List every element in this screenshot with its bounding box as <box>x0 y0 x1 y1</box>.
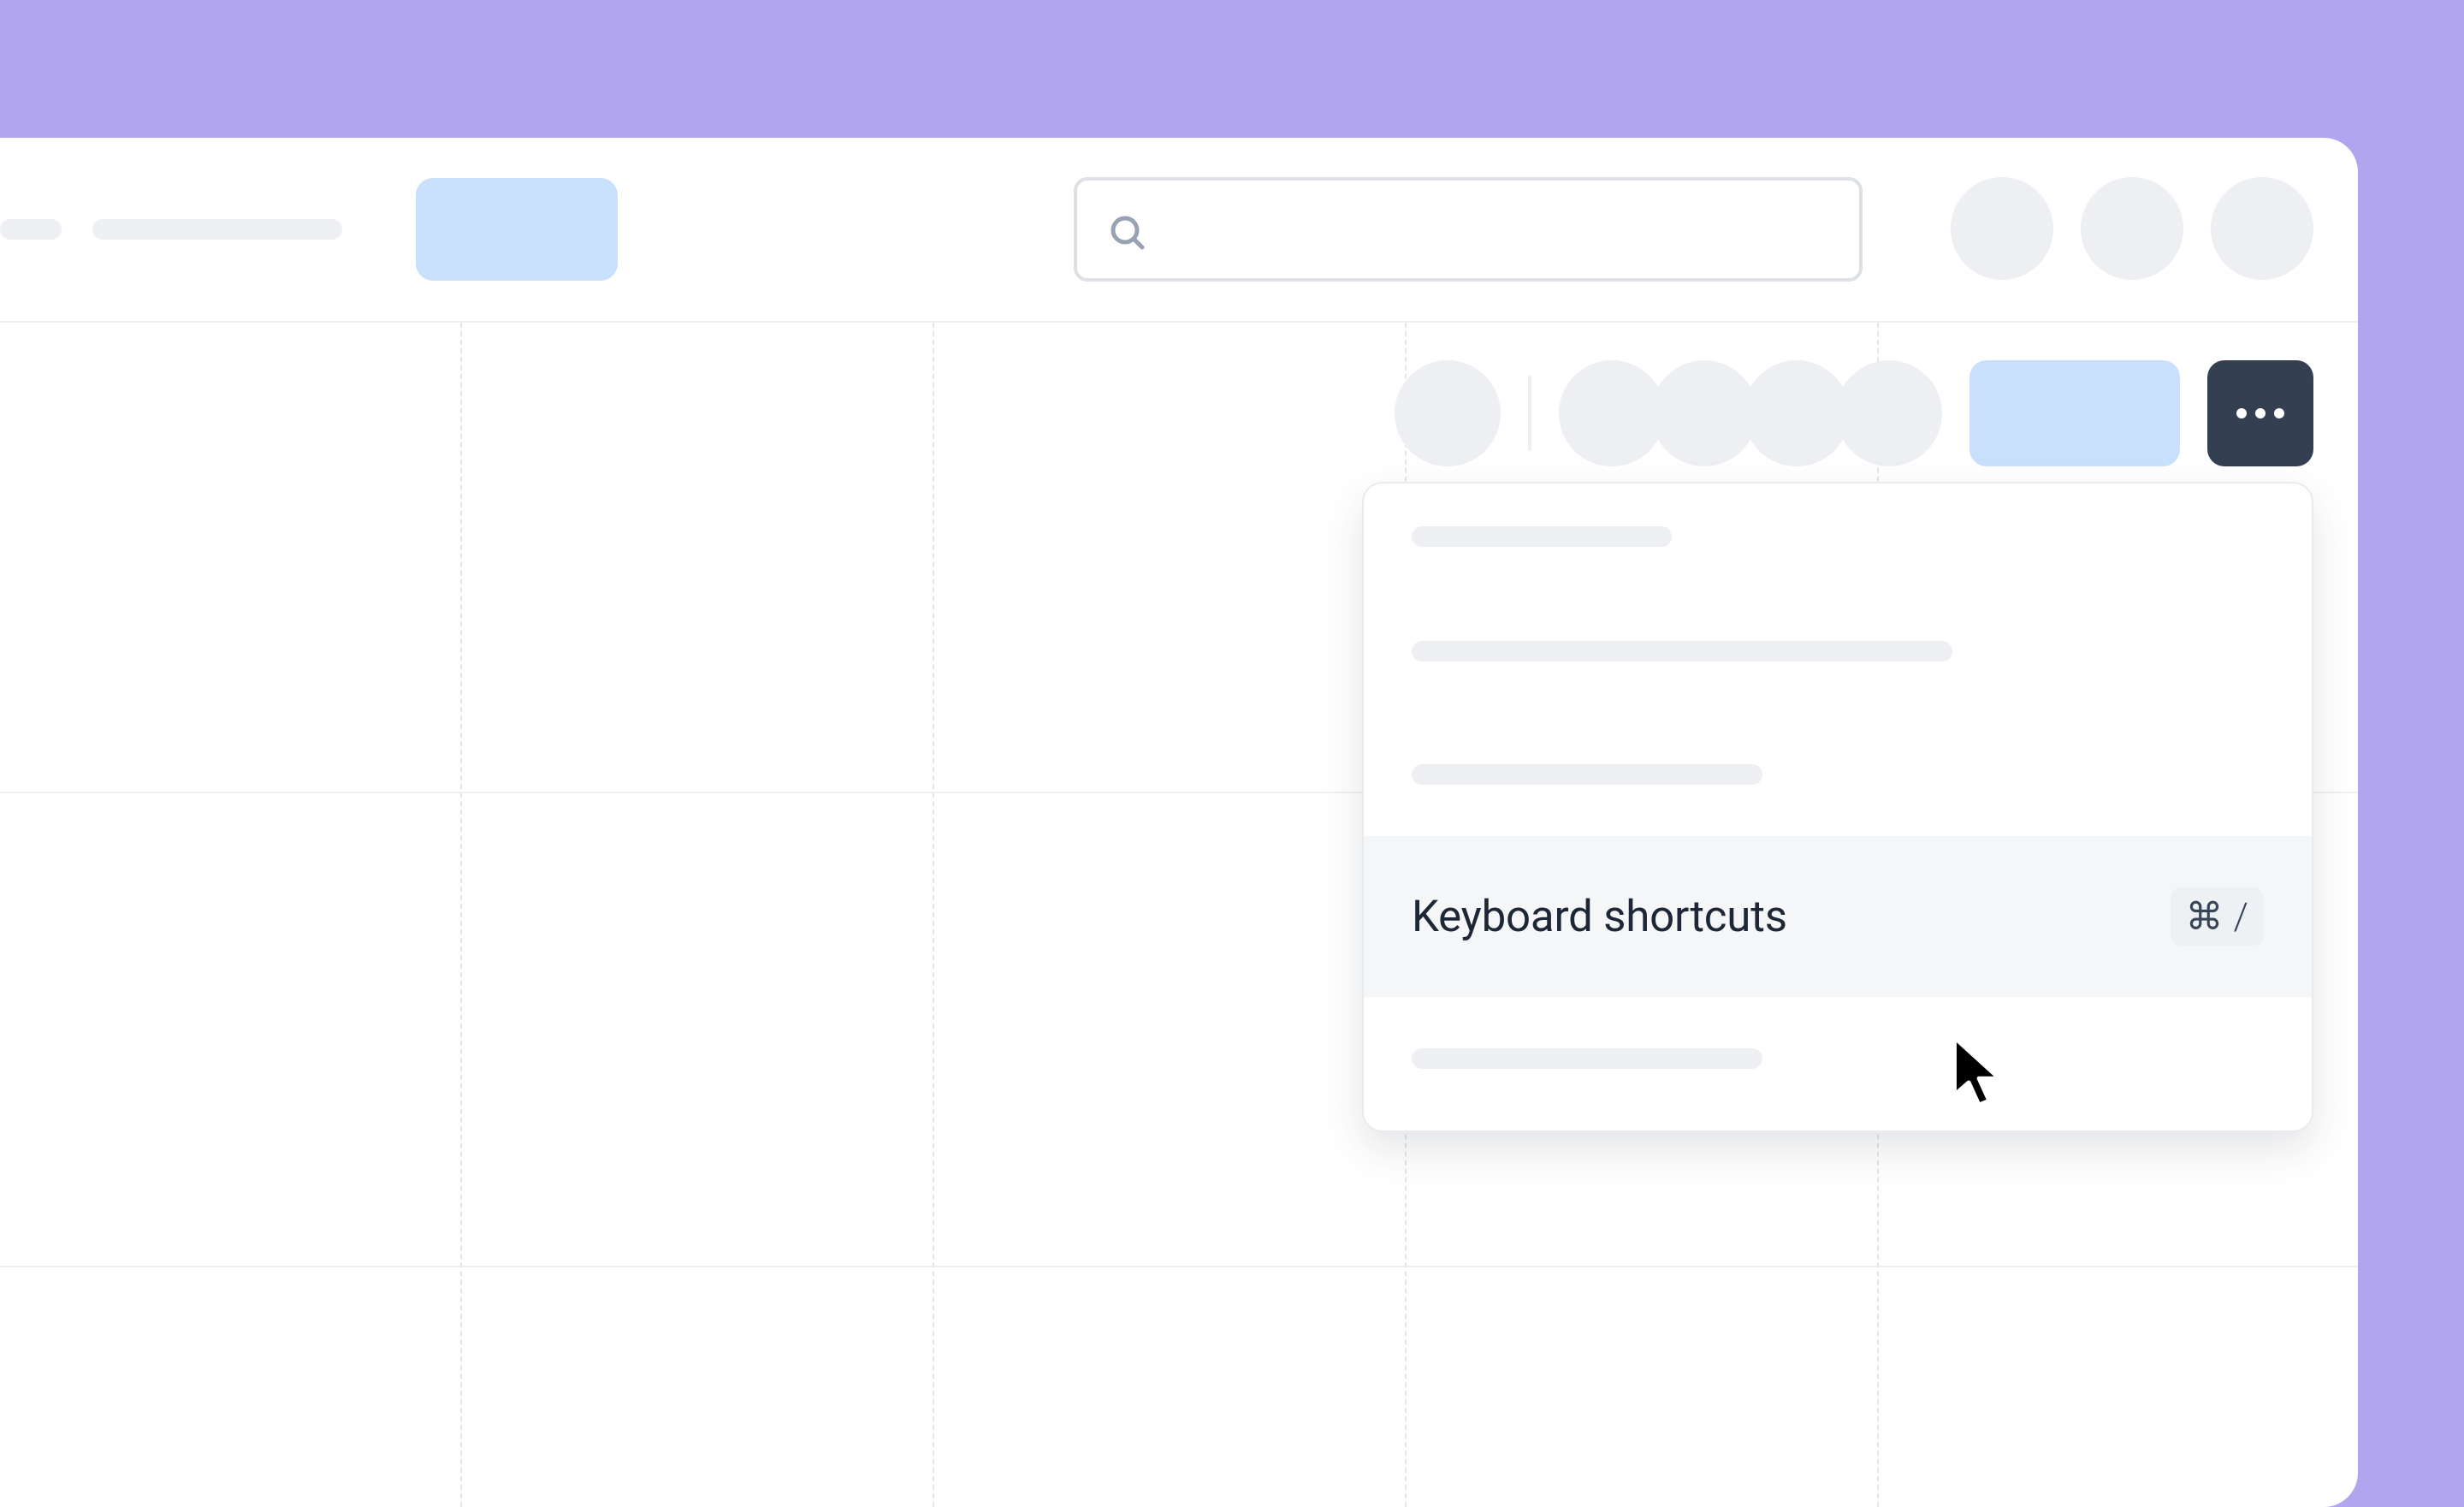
command-icon: ⌘ <box>2186 894 2224 939</box>
primary-action-button[interactable] <box>1969 360 2180 466</box>
menu-placeholder <box>1412 1048 1762 1069</box>
menu-item[interactable] <box>1364 590 2312 713</box>
menu-placeholder <box>1412 764 1762 785</box>
keyboard-shortcut-badge: ⌘ / <box>2171 887 2265 946</box>
more-options-button[interactable] <box>2207 360 2313 466</box>
search-field-wrap <box>1074 177 1863 282</box>
avatar[interactable] <box>1651 360 1757 466</box>
dots-icon <box>2274 408 2284 418</box>
toolbar-button[interactable] <box>1395 360 1501 466</box>
menu-item[interactable] <box>1364 713 2312 836</box>
menu-item[interactable] <box>1364 997 2312 1120</box>
grid-line <box>0 1266 2358 1267</box>
nav-placeholder <box>0 219 62 240</box>
nav-placeholder <box>92 219 342 240</box>
header-action-button[interactable] <box>1951 177 2053 280</box>
header-action-button[interactable] <box>2081 177 2183 280</box>
content-toolbar <box>1395 360 2313 466</box>
menu-item[interactable] <box>1364 484 2312 590</box>
shortcut-key: / <box>2234 894 2249 939</box>
grid-line <box>933 323 934 1507</box>
header-action-button[interactable] <box>2211 177 2313 280</box>
search-input[interactable] <box>1074 177 1863 282</box>
avatar-stack <box>1559 360 1942 466</box>
avatar[interactable] <box>1744 360 1850 466</box>
menu-placeholder <box>1412 641 1952 662</box>
menu-placeholder <box>1412 526 1672 547</box>
toolbar-divider <box>1528 376 1531 451</box>
more-options-menu: Keyboard shortcuts ⌘ / <box>1362 482 2313 1132</box>
menu-item-label: Keyboard shortcuts <box>1412 892 1787 942</box>
avatar[interactable] <box>1836 360 1942 466</box>
main-content: Keyboard shortcuts ⌘ / <box>0 323 2358 1507</box>
header-actions <box>1951 177 2313 280</box>
header-bar <box>0 138 2358 323</box>
grid-line <box>460 323 462 1507</box>
header-nav-left <box>0 178 618 281</box>
dots-icon <box>2255 408 2266 418</box>
app-window: Keyboard shortcuts ⌘ / <box>0 138 2358 1507</box>
menu-item-keyboard-shortcuts[interactable]: Keyboard shortcuts ⌘ / <box>1364 836 2312 997</box>
avatar[interactable] <box>1559 360 1665 466</box>
dots-icon <box>2236 408 2247 418</box>
nav-active-tab[interactable] <box>416 178 618 281</box>
